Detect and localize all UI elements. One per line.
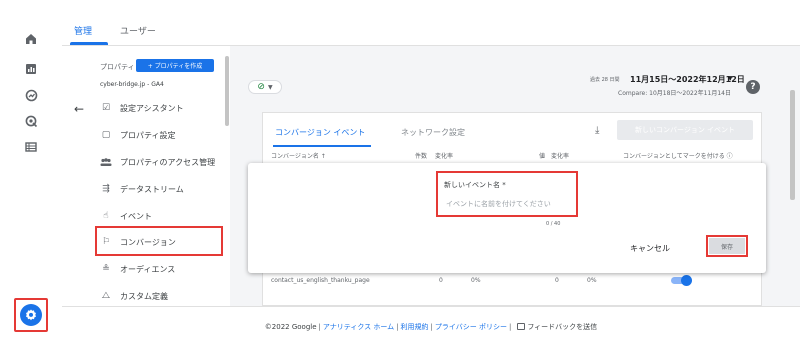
- date-dropdown-icon[interactable]: ▼: [728, 75, 733, 82]
- nav-label: イベント: [120, 211, 152, 221]
- row-event-name: contact_us_english_thanku_page: [271, 277, 370, 284]
- nav-data-streams[interactable]: ⇶ データストリーム: [100, 178, 184, 200]
- char-counter: 0 / 40: [546, 221, 561, 227]
- conversion-toggle[interactable]: [671, 275, 692, 286]
- nav-events[interactable]: ☝ イベント: [100, 205, 152, 227]
- nav-label: オーディエンス: [120, 264, 176, 274]
- tab-active-indicator: [70, 42, 108, 45]
- home-icon[interactable]: [22, 30, 40, 48]
- nav-label: 設定アシスタント: [120, 103, 184, 113]
- feedback-icon: [517, 323, 526, 330]
- tab-conversion-events[interactable]: コンバージョン イベント: [275, 127, 365, 138]
- feedback-link[interactable]: フィードバックを送信: [527, 322, 597, 332]
- shapes-icon: ⧍: [101, 291, 111, 301]
- tab-network-settings[interactable]: ネットワーク設定: [401, 127, 465, 138]
- tab-users[interactable]: ユーザー: [120, 24, 156, 37]
- left-rail: [0, 0, 62, 346]
- advertising-icon[interactable]: [22, 112, 40, 130]
- explore-icon[interactable]: [22, 86, 40, 104]
- nav-property-settings[interactable]: ▢ プロパティ設定: [100, 124, 176, 146]
- group-icon: [100, 156, 112, 168]
- date-period-label: 過去 28 日間: [590, 77, 620, 83]
- row-value: 0: [555, 277, 559, 284]
- streams-icon: ⇶: [102, 184, 110, 194]
- chevron-down-icon: ▼: [267, 83, 273, 91]
- tab-admin[interactable]: 管理: [74, 24, 92, 37]
- nav-label: データストリーム: [120, 184, 184, 194]
- help-icon[interactable]: ?: [746, 80, 760, 94]
- event-name-highlight: 新しいイベント名 *: [436, 171, 578, 217]
- date-compare: Compare: 10月18日～2022年11月14日: [618, 90, 731, 97]
- admin-highlight: [14, 298, 48, 332]
- save-highlight: 保存: [706, 235, 748, 257]
- nav-label: プロパティ設定: [120, 130, 176, 140]
- admin-tabs: 管理 ユーザー: [62, 0, 800, 46]
- conversions-highlight: [95, 226, 223, 256]
- col-value-change: 変化率: [551, 153, 570, 160]
- back-arrow-icon[interactable]: ←: [74, 102, 84, 116]
- reports-icon[interactable]: [22, 60, 40, 78]
- property-scrollbar[interactable]: [225, 56, 229, 126]
- event-name-input[interactable]: [442, 195, 572, 213]
- list-icon[interactable]: [22, 138, 40, 156]
- col-value: 値: [539, 153, 546, 160]
- touch-icon: ☝: [103, 211, 109, 221]
- new-event-dialog: 新しいイベント名 * 0 / 40 キャンセル 保存: [248, 163, 766, 273]
- property-column: プロパティ + プロパティを作成 cyber-bridge.jp - GA4 ←…: [62, 46, 230, 306]
- footer: ©2022 Google | アナリティクス ホーム | 利用規約 | プライバ…: [62, 306, 800, 346]
- download-icon[interactable]: ⤓: [595, 125, 599, 136]
- nav-label: プロパティのアクセス管理: [120, 157, 216, 167]
- col-change: 変化率: [435, 153, 454, 160]
- event-name-label: 新しいイベント名 *: [444, 181, 506, 189]
- col-conversion-name[interactable]: コンバージョン名 ↑: [271, 151, 326, 160]
- new-conversion-button[interactable]: 新しいコンバージョン イベント: [617, 120, 753, 140]
- settings-square-icon: ▢: [101, 130, 111, 140]
- audience-icon: ≗: [102, 264, 110, 274]
- card-tab-indicator: [273, 145, 371, 147]
- page-scrollbar[interactable]: [790, 90, 795, 200]
- nav-audiences[interactable]: ≗ オーディエンス: [100, 258, 175, 280]
- footer-link-terms[interactable]: 利用規約: [401, 322, 429, 332]
- row-change: 0%: [471, 277, 481, 284]
- nav-label: カスタム定義: [120, 291, 168, 301]
- nav-property-access[interactable]: プロパティのアクセス管理: [100, 151, 215, 173]
- property-label: プロパティ: [100, 63, 135, 71]
- check-circle-icon: ⊘: [257, 82, 265, 92]
- save-button[interactable]: 保存: [709, 238, 745, 254]
- copyright: ©2022 Google: [264, 322, 317, 331]
- row-value-change: 0%: [587, 277, 597, 284]
- admin-gear-icon[interactable]: [20, 304, 42, 326]
- row-count: 0: [439, 277, 443, 284]
- nav-setup-assistant[interactable]: ☑ 設定アシスタント: [100, 97, 184, 119]
- cancel-button[interactable]: キャンセル: [630, 243, 670, 254]
- col-count: 件数: [415, 153, 428, 160]
- footer-link-analytics-home[interactable]: アナリティクス ホーム: [323, 322, 394, 332]
- col-mark-as-conversion: コンバージョンとしてマークを付ける ⓘ: [623, 153, 733, 160]
- property-name[interactable]: cyber-bridge.jp - GA4: [100, 81, 164, 88]
- toggle-knob: [681, 275, 692, 286]
- create-property-button[interactable]: + プロパティを作成: [136, 59, 214, 72]
- nav-custom-definitions[interactable]: ⧍ カスタム定義: [100, 285, 168, 307]
- footer-link-privacy[interactable]: プライバシー ポリシー: [435, 322, 507, 332]
- status-dropdown[interactable]: ⊘ ▼: [248, 80, 282, 94]
- checkbox-icon: ☑: [101, 103, 111, 113]
